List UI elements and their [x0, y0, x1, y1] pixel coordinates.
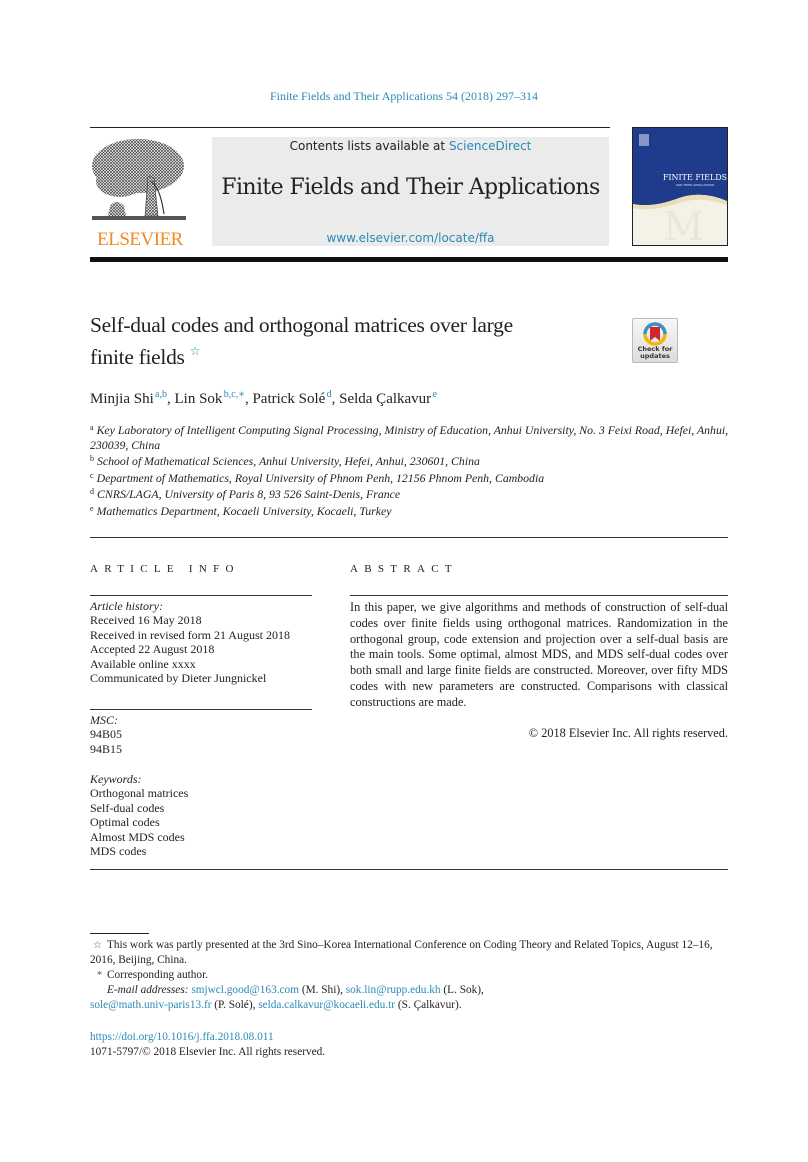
footnote-corresponding: * Corresponding author. [90, 968, 730, 983]
msc-codes: MSC: 94B05 94B15 [90, 713, 315, 756]
author-affiliation-marks[interactable]: b,c,∗ [224, 389, 245, 400]
email-owner: (L. Sok), [440, 984, 484, 996]
article-history: Article history: Received 16 May 2018 Re… [90, 599, 315, 685]
title-line-1: Self-dual codes and orthogonal matrices … [90, 313, 513, 337]
journal-url-link[interactable]: www.elsevier.com/locate/ffa [212, 231, 609, 245]
footnote-star-icon: ☆ [93, 940, 102, 951]
keyword[interactable]: Orthogonal matrices [90, 786, 315, 800]
article-info-heading: ARTICLE INFO [90, 563, 240, 575]
keyword[interactable]: MDS codes [90, 844, 315, 858]
author-separator: , [331, 391, 340, 407]
footnote-star-text: This work was partly presented at the 3r… [90, 939, 713, 966]
author-list: Minjia Shi a,b, Lin Sok b,c,∗, Patrick S… [90, 389, 437, 408]
article-history-label: Article history: [90, 599, 163, 613]
affiliation-text: Mathematics Department, Kocaeli Universi… [96, 503, 392, 518]
front-matter-divider [90, 537, 728, 538]
affiliation-key: b [90, 454, 94, 463]
author-name: Minjia Shi [90, 391, 154, 407]
keywords: Keywords: Orthogonal matrices Self-dual … [90, 772, 315, 858]
email-owner: (S. Çalkavur). [395, 999, 462, 1011]
footnote-emails: E-mail addresses: smjwcl.good@163.com (M… [90, 983, 730, 1013]
footnote-rule [90, 933, 149, 934]
affiliation-text: School of Mathematical Sciences, Anhui U… [97, 454, 480, 468]
title-line-2: finite fields [90, 345, 185, 369]
abstract-copyright: © 2018 Elsevier Inc. All rights reserved… [528, 726, 728, 740]
title-footnote-star-icon[interactable]: ☆ [190, 344, 201, 358]
masthead-top-rule [90, 127, 610, 128]
history-item[interactable]: Communicated by Dieter Jungnickel [90, 671, 315, 685]
affiliation-key: c [90, 470, 94, 480]
masthead-bottom-rule [90, 257, 728, 262]
msc-code: 94B05 [90, 727, 123, 742]
keywords-label: Keywords: [90, 772, 142, 786]
journal-masthead-box: Contents lists available at ScienceDirec… [212, 137, 609, 246]
elsevier-wordmark[interactable]: ELSEVIER [90, 229, 190, 251]
author-affiliation-marks[interactable]: a,b [155, 389, 167, 400]
issn-copyright-line: 1071-5797/© 2018 Elsevier Inc. All right… [90, 1046, 326, 1058]
author[interactable]: Patrick Solé d [252, 389, 331, 407]
affiliation: e Mathematics Department, Kocaeli Univers… [90, 502, 730, 519]
abstract-text: In this paper, we give algorithms and me… [350, 600, 728, 709]
email-link[interactable]: sole@math.univ-paris13.fr [90, 999, 211, 1011]
cover-subtitle: AND THEIR APPLICATIONS [676, 183, 715, 187]
affiliation-key: d [90, 487, 94, 496]
article-info-rule-bottom [90, 869, 728, 870]
affiliation: c Department of Mathematics, Royal Univer… [90, 469, 590, 486]
affiliation-key: e [90, 503, 94, 513]
history-item: Received in revised form 21 August 2018 [90, 627, 290, 642]
author-name: Lin Sok [174, 391, 223, 407]
cover-watermark: M [663, 204, 704, 246]
article-title: Self-dual codes and orthogonal matrices … [90, 312, 610, 370]
journal-name: Finite Fields and Their Applications [221, 175, 600, 200]
affiliation-key: a [90, 423, 94, 432]
author-name: Selda Çalkavur [339, 391, 432, 407]
email-link[interactable]: selda.calkavur@kocaeli.edu.tr [258, 999, 395, 1011]
journal-cover-thumbnail[interactable]: FINITE FIELDS AND THEIR APPLICATIONS M [632, 127, 728, 246]
cover-title: FINITE FIELDS [663, 173, 727, 182]
check-updates-text-2: updates [640, 352, 670, 360]
footnote-star: ☆ This work was partly presented at the 3… [90, 938, 730, 968]
history-item: Available online xxxx [90, 656, 196, 671]
affiliation-list: a Key Laboratory of Intelligent Computing… [90, 421, 730, 518]
abstract-heading: ABSTRACT [350, 563, 458, 575]
affiliation: b School of Mathematical Sciences, Anhui … [90, 452, 730, 469]
article-info-rule-top [90, 595, 312, 596]
msc-label: MSC: [90, 713, 118, 727]
check-updates-label: Check for updates [633, 346, 677, 360]
msc-code: 94B15 [90, 741, 123, 756]
contents-line: Contents lists available at ScienceDirec… [212, 139, 609, 153]
contents-prefix: Contents lists available at [289, 139, 449, 153]
author-affiliation-marks[interactable]: e [432, 389, 436, 400]
author[interactable]: Selda Çalkavur e [339, 389, 437, 407]
email-link[interactable]: sok.lin@rupp.edu.kh [346, 984, 441, 996]
author-name: Patrick Solé [252, 391, 326, 407]
doi-link[interactable]: https://doi.org/10.1016/j.ffa.2018.08.01… [90, 1031, 274, 1043]
affiliation: a Key Laboratory of Intelligent Computing… [90, 421, 730, 452]
running-head[interactable]: Finite Fields and Their Applications 54 … [0, 89, 808, 104]
affiliation-text: Key Laboratory of Intelligent Computing … [90, 423, 729, 452]
email-owner: (P. Solé), [211, 999, 259, 1011]
keyword[interactable]: Almost MDS codes [90, 830, 315, 844]
history-item: Received 16 May 2018 [90, 613, 202, 628]
keyword[interactable]: Self-dual codes [90, 801, 315, 815]
abstract-rule-top [350, 595, 728, 596]
email-owner: (M. Shi), [299, 984, 346, 996]
journal-cover-image: FINITE FIELDS AND THEIR APPLICATIONS M [633, 128, 727, 246]
affiliation-text: Department of Mathematics, Royal Univers… [96, 470, 545, 485]
affiliation-text: CNRS/LAGA, University of Paris 8, 93 526… [97, 487, 401, 501]
article-info-rule-mid [90, 709, 312, 710]
history-item: Accepted 22 August 2018 [90, 642, 215, 657]
footnote-corresponding-text: Corresponding author. [107, 969, 209, 981]
keyword[interactable]: Optimal codes [90, 815, 315, 829]
author[interactable]: Minjia Shi a,b [90, 389, 167, 407]
affiliation: d CNRS/LAGA, University of Paris 8, 93 52… [90, 485, 730, 502]
footnotes: ☆ This work was partly presented at the 3… [90, 938, 730, 1013]
email-link[interactable]: smjwcl.good@163.com [191, 984, 299, 996]
check-for-updates-button[interactable]: Check for updates [632, 318, 678, 363]
tree-icon [92, 139, 186, 220]
author[interactable]: Lin Sok b,c,∗ [174, 389, 245, 407]
email-label: E-mail addresses: [107, 984, 189, 996]
footnote-asterisk-icon: * [97, 970, 102, 981]
sciencedirect-link[interactable]: ScienceDirect [449, 139, 531, 153]
